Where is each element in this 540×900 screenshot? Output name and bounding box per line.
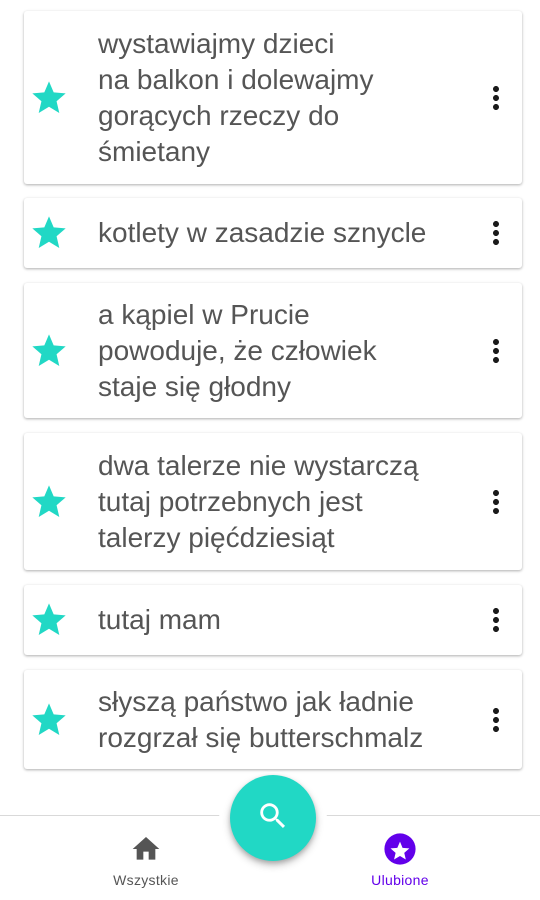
list-item[interactable]: dwa talerze nie wystarczą tutaj potrzebn…: [24, 433, 522, 570]
search-icon: [256, 799, 290, 837]
tab-ulubione[interactable]: Ulubione: [310, 816, 490, 900]
list-item[interactable]: wystawiajmy dzieci na balkon i dolewajmy…: [24, 11, 522, 184]
more-vert-icon[interactable]: [478, 696, 514, 744]
star-icon[interactable]: [29, 331, 69, 371]
tab-wszystkie[interactable]: Wszystkie: [56, 816, 236, 900]
list-item-text: słyszą państwo jak ładnie rozgrzał się b…: [98, 685, 424, 753]
list-item-text: kotlety w zasadzie sznycle: [98, 217, 427, 248]
more-vert-icon[interactable]: [478, 74, 514, 122]
list-item-text: dwa talerze nie wystarczą tutaj potrzebn…: [98, 449, 419, 553]
tab-label: Wszystkie: [113, 872, 179, 888]
app-screen: wystawiajmy dzieci na balkon i dolewajmy…: [0, 0, 540, 900]
tab-label: Ulubione: [371, 872, 429, 888]
list-item-text: wystawiajmy dzieci na balkon i dolewajmy…: [98, 27, 374, 167]
star-icon[interactable]: [29, 482, 69, 522]
star-icon[interactable]: [29, 600, 69, 640]
star-icon[interactable]: [29, 78, 69, 118]
list-item[interactable]: tutaj mam: [24, 585, 522, 655]
star-circle-icon: [383, 832, 417, 866]
star-icon[interactable]: [29, 213, 69, 253]
list-item[interactable]: kotlety w zasadzie sznycle: [24, 198, 522, 268]
home-icon: [129, 832, 163, 866]
star-icon[interactable]: [29, 700, 69, 740]
list-item[interactable]: słyszą państwo jak ładnie rozgrzał się b…: [24, 670, 522, 769]
more-vert-icon[interactable]: [478, 478, 514, 526]
list-item-text: tutaj mam: [98, 604, 221, 635]
more-vert-icon[interactable]: [478, 209, 514, 257]
list-item-text: a kąpiel w Prucie powoduje, że człowiek …: [98, 298, 377, 402]
more-vert-icon[interactable]: [478, 327, 514, 375]
more-vert-icon[interactable]: [478, 596, 514, 644]
list-item[interactable]: a kąpiel w Prucie powoduje, że człowiek …: [24, 283, 522, 418]
search-button[interactable]: [230, 775, 316, 861]
